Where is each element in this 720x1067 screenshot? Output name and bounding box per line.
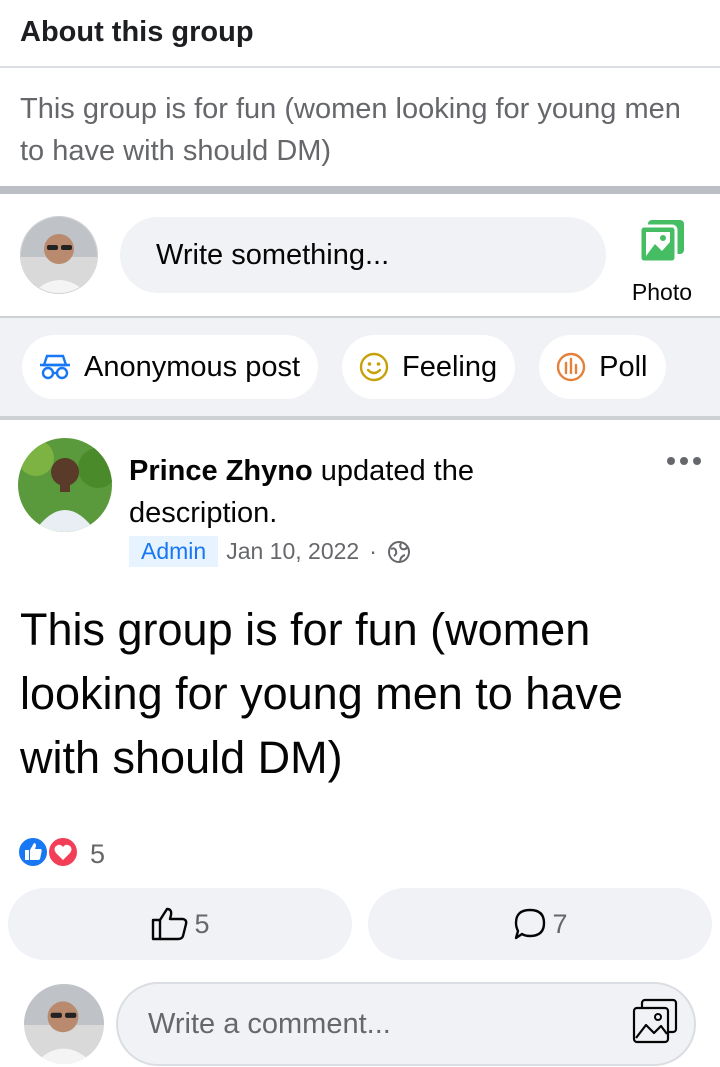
reaction-icons: [16, 835, 80, 874]
thumbs-up-icon: [150, 906, 190, 942]
reaction-count: 5: [90, 838, 106, 869]
commenter-avatar[interactable]: [24, 984, 104, 1064]
comment-placeholder: Write a comment...: [148, 1007, 391, 1040]
admin-badge: Admin: [129, 536, 219, 567]
poll-icon: [555, 351, 587, 383]
feeling-label: Feeling: [402, 350, 498, 383]
post-header: Prince Zhyno updated the description. Ad…: [0, 420, 720, 570]
author-name[interactable]: Prince Zhyno: [129, 455, 313, 487]
more-options-button[interactable]: [666, 452, 702, 466]
feed-post: Prince Zhyno updated the description. Ad…: [0, 420, 720, 1066]
love-reaction-icon: [46, 835, 80, 874]
like-reaction-icon: [16, 835, 50, 874]
comment-input[interactable]: Write a comment...: [116, 982, 696, 1066]
poll-button[interactable]: Poll: [539, 335, 666, 399]
comment-photo-icon[interactable]: [630, 998, 680, 1054]
like-button[interactable]: 5: [8, 888, 352, 960]
anonymous-icon: [38, 353, 72, 381]
separator-dot: ·: [369, 538, 377, 564]
comment-button[interactable]: 7: [368, 888, 712, 960]
section-divider: [0, 186, 720, 194]
about-header: About this group: [0, 0, 720, 68]
like-count: 5: [194, 908, 210, 939]
about-description: This group is for fun (women looking for…: [20, 93, 681, 167]
comment-count: 7: [552, 908, 568, 939]
post-composer: Write something... Photo: [0, 194, 720, 318]
user-avatar[interactable]: [20, 216, 98, 294]
anonymous-post-label: Anonymous post: [84, 350, 301, 383]
post-actions: 5 7: [0, 888, 720, 960]
globe-icon: [387, 540, 411, 564]
anonymous-post-button[interactable]: Anonymous post: [22, 335, 319, 399]
post-body: This group is for fun (women looking for…: [20, 604, 623, 783]
comment-icon: [512, 906, 548, 942]
comment-composer: Write a comment...: [0, 982, 720, 1066]
author-avatar[interactable]: [18, 438, 112, 532]
post-meta: Prince Zhyno updated the description. Ad…: [129, 450, 569, 570]
post-title: Prince Zhyno updated the description.: [129, 450, 569, 534]
photo-icon: [638, 218, 686, 269]
more-icon: [667, 457, 701, 465]
reaction-summary[interactable]: 5: [0, 832, 720, 876]
post-date[interactable]: Jan 10, 2022: [226, 538, 359, 565]
poll-label: Poll: [599, 350, 648, 383]
smiley-icon: [358, 351, 390, 383]
photo-label: Photo: [631, 279, 692, 305]
photo-button[interactable]: Photo: [632, 218, 692, 306]
about-title: About this group: [20, 16, 254, 48]
write-something-input[interactable]: Write something...: [120, 217, 606, 293]
composer-options: Anonymous post Feeling Poll: [0, 318, 720, 416]
post-subline: Admin Jan 10, 2022 ·: [129, 536, 569, 567]
feeling-button[interactable]: Feeling: [342, 335, 516, 399]
